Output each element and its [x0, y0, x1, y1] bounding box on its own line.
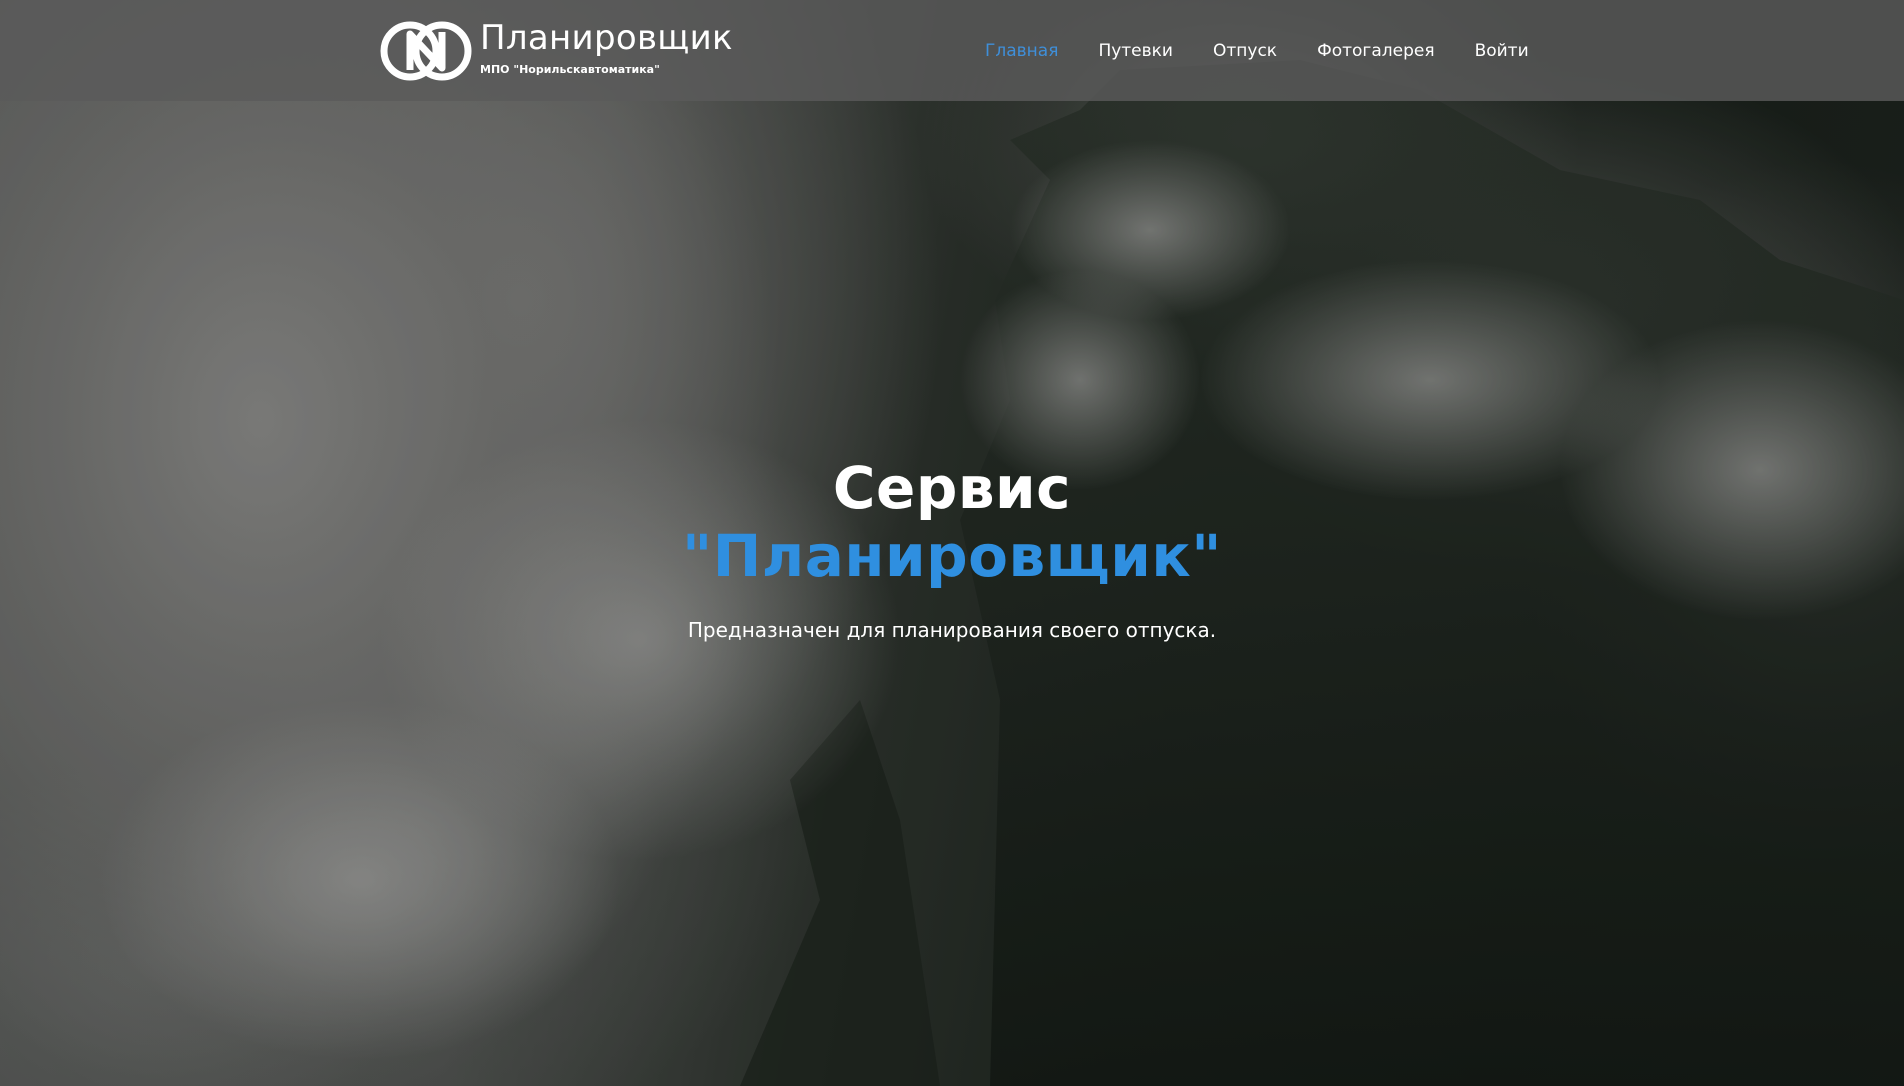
n-circle-logo-icon [380, 21, 472, 81]
nav-item-home[interactable]: Главная [985, 38, 1058, 64]
brand-text: Планировщик МПО "Норильскавтоматика" [480, 18, 733, 76]
brand-title: Планировщик [480, 18, 733, 58]
hero-section: Сервис "Планировщик" Предназначен для пл… [0, 454, 1904, 644]
page: Планировщик МПО "Норильскавтоматика" Гла… [0, 0, 1904, 1086]
top-navigation-bar: Планировщик МПО "Норильскавтоматика" Гла… [0, 0, 1904, 101]
brand-subtitle: МПО "Норильскавтоматика" [480, 63, 660, 76]
hero-title-line1: Сервис [832, 454, 1072, 522]
nav-item-login[interactable]: Войти [1475, 38, 1529, 64]
hero-title-line2: "Планировщик" [682, 522, 1222, 590]
brand-logo-link[interactable]: Планировщик МПО "Норильскавтоматика" [380, 18, 733, 84]
nav-item-vacation[interactable]: Отпуск [1213, 38, 1277, 64]
nav-item-vouchers[interactable]: Путевки [1098, 38, 1173, 64]
hero-description: Предназначен для планирования своего отп… [687, 618, 1217, 642]
main-nav: Главная Путевки Отпуск Фотогалерея Войти [985, 38, 1569, 64]
nav-item-photo-gallery[interactable]: Фотогалерея [1317, 38, 1435, 64]
